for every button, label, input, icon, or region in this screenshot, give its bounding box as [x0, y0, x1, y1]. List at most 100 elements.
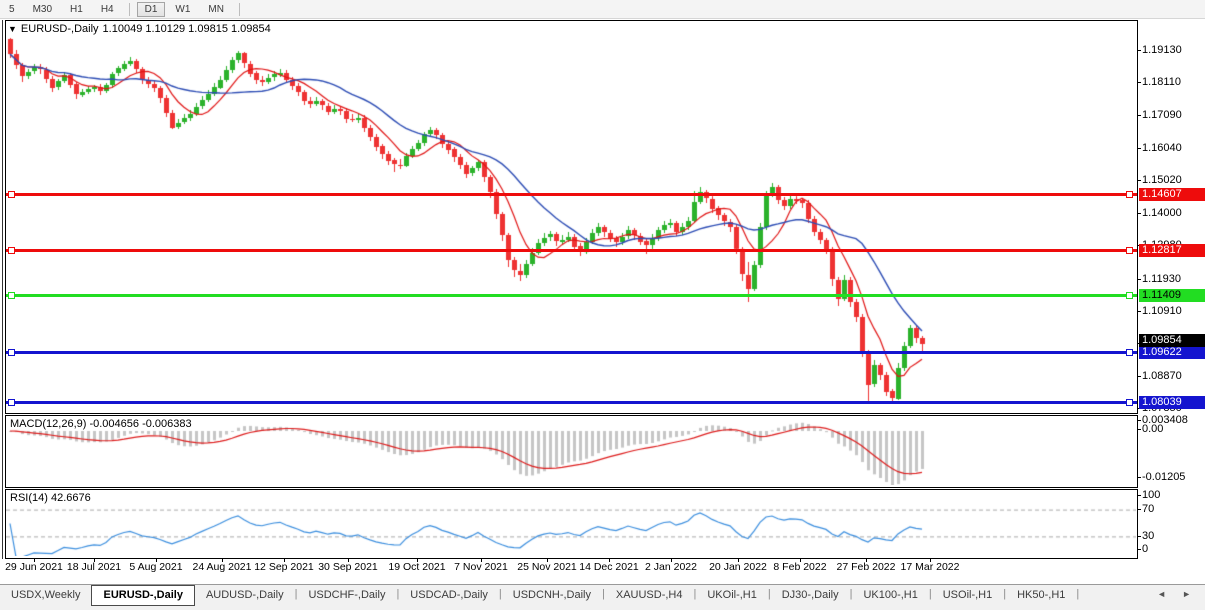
macd-tick-mark [1137, 477, 1141, 478]
price-tick-mark [1137, 115, 1141, 116]
horizontal-level-line[interactable] [6, 401, 1137, 404]
chart-ohlc-values: 1.10049 1.10129 1.09815 1.09854 [103, 23, 271, 35]
price-tick-label: 1.15020 [1142, 175, 1182, 186]
line-handle-right[interactable] [1126, 191, 1133, 198]
rsi-tick-mark [1137, 549, 1141, 550]
price-tick-mark [1137, 311, 1141, 312]
date-label: 18 Jul 2021 [67, 561, 121, 573]
date-label: 24 Aug 2021 [193, 561, 252, 573]
date-label: 30 Sep 2021 [318, 561, 378, 573]
tab-separator: | [1076, 585, 1079, 603]
price-tick-mark [1137, 376, 1141, 377]
horizontal-level-line[interactable] [6, 193, 1137, 196]
rsi-indicator-canvas[interactable] [6, 490, 1136, 556]
tab-scroll-left-arrow[interactable]: ◄ [1157, 589, 1166, 599]
date-label: 7 Nov 2021 [454, 561, 508, 573]
price-tick-label: 1.11930 [1142, 274, 1181, 285]
date-label: 5 Aug 2021 [129, 561, 182, 573]
rsi-axis-label: 70 [1142, 504, 1154, 515]
toolbar-separator [239, 3, 240, 16]
tab-usdx-weekly[interactable]: USDX,Weekly [0, 585, 91, 605]
date-label: 17 Mar 2022 [901, 561, 960, 573]
date-label: 27 Feb 2022 [837, 561, 896, 573]
line-handle-left[interactable] [8, 247, 15, 254]
line-handle-right[interactable] [1126, 349, 1133, 356]
tab-usdcnh-daily[interactable]: USDCNH-,Daily [502, 585, 602, 605]
price-tick-label: 1.18110 [1142, 77, 1181, 88]
timeframe-button-mn[interactable]: MN [200, 2, 232, 17]
price-tick-mark [1137, 180, 1141, 181]
date-label: 8 Feb 2022 [773, 561, 826, 573]
tab-scroll-right-arrow[interactable]: ► [1182, 589, 1191, 599]
tab-scroll-arrows: ◄► [1157, 585, 1205, 599]
date-label: 19 Oct 2021 [388, 561, 445, 573]
level-price-badge: 1.08039 [1139, 396, 1205, 409]
line-handle-right[interactable] [1126, 247, 1133, 254]
tab-uk100-h1[interactable]: UK100-,H1 [852, 585, 928, 605]
price-tick-label: 1.16040 [1142, 143, 1182, 154]
line-handle-left[interactable] [8, 292, 15, 299]
price-tick-label: 1.17090 [1142, 110, 1182, 121]
tab-xauusd-h4[interactable]: XAUUSD-,H4 [605, 585, 694, 605]
trading-terminal-window: 5M30H1H4 D1W1MN ▼ EURUSD-,Daily 1.10049 1… [0, 0, 1205, 610]
macd-tick-mark [1137, 420, 1141, 421]
date-label: 20 Jan 2022 [709, 561, 767, 573]
tab-usoil-h1[interactable]: USOil-,H1 [932, 585, 1004, 605]
line-handle-left[interactable] [8, 349, 15, 356]
date-label: 25 Nov 2021 [517, 561, 577, 573]
macd-axis-min: -0.01205 [1142, 472, 1185, 483]
tab-hk50-h1[interactable]: HK50-,H1 [1006, 585, 1076, 605]
level-price-badge: 1.14607 [1139, 188, 1205, 201]
date-label: 14 Dec 2021 [579, 561, 639, 573]
symbol-tab-bar: USDX,WeeklyEURUSD-,DailyAUDUSD-,Daily | US… [0, 584, 1205, 610]
level-price-badge: 1.09622 [1139, 346, 1205, 359]
tab-audusd-daily[interactable]: AUDUSD-,Daily [195, 585, 295, 605]
timeframe-button-h1[interactable]: H1 [62, 2, 91, 17]
horizontal-level-line[interactable] [6, 249, 1137, 252]
line-handle-left[interactable] [8, 191, 15, 198]
symbol-dropdown-icon[interactable]: ▼ [8, 25, 17, 34]
tab-ukoil-h1[interactable]: UKOil-,H1 [696, 585, 768, 605]
price-tick-mark [1137, 50, 1141, 51]
tab-dj30-daily[interactable]: DJ30-,Daily [771, 585, 850, 605]
price-tick-mark [1137, 148, 1141, 149]
rsi-axis-label: 100 [1142, 490, 1160, 501]
chart-title: ▼ EURUSD-,Daily 1.10049 1.10129 1.09815 … [8, 23, 271, 35]
rsi-axis-label: 0 [1142, 544, 1148, 555]
date-label: 12 Sep 2021 [254, 561, 314, 573]
rsi-axis-label: 30 [1142, 531, 1154, 542]
tab-eurusd-daily[interactable]: EURUSD-,Daily [91, 585, 194, 606]
current-price-badge: 1.09854 [1139, 334, 1205, 347]
level-price-badge: 1.12817 [1139, 244, 1205, 257]
timeframe-button-5[interactable]: 5 [1, 2, 23, 17]
rsi-tick-mark [1137, 509, 1141, 510]
line-handle-left[interactable] [8, 399, 15, 406]
tab-usdcad-daily[interactable]: USDCAD-,Daily [399, 585, 499, 605]
line-handle-right[interactable] [1126, 292, 1133, 299]
macd-tick-mark [1137, 429, 1141, 430]
horizontal-level-line[interactable] [6, 294, 1137, 297]
price-tick-label: 1.08870 [1142, 371, 1182, 382]
price-tick-label: 1.19130 [1142, 45, 1182, 56]
timeframe-button-d1[interactable]: D1 [137, 2, 166, 17]
timeframe-button-h4[interactable]: H4 [93, 2, 122, 17]
price-tick-mark [1137, 82, 1141, 83]
date-label: 2 Jan 2022 [645, 561, 697, 573]
horizontal-level-line[interactable] [6, 351, 1137, 354]
timeframe-button-m30[interactable]: M30 [25, 2, 60, 17]
chart-left-edge [2, 20, 3, 559]
toolbar-separator [129, 3, 130, 16]
date-label: 29 Jun 2021 [5, 561, 63, 573]
timeframe-toolbar: 5M30H1H4 D1W1MN [0, 0, 1205, 19]
rsi-label: RSI(14) 42.6676 [10, 492, 91, 504]
rsi-tick-mark [1137, 536, 1141, 537]
rsi-tick-mark [1137, 495, 1141, 496]
macd-axis-zero: 0.00 [1142, 424, 1163, 435]
macd-label: MACD(12,26,9) -0.004656 -0.006383 [10, 418, 192, 430]
price-tick-mark [1137, 213, 1141, 214]
price-tick-label: 1.14000 [1142, 208, 1182, 219]
tab-usdchf-daily[interactable]: USDCHF-,Daily [297, 585, 396, 605]
level-price-badge: 1.11409 [1139, 289, 1205, 302]
timeframe-button-w1[interactable]: W1 [167, 2, 198, 17]
line-handle-right[interactable] [1126, 399, 1133, 406]
